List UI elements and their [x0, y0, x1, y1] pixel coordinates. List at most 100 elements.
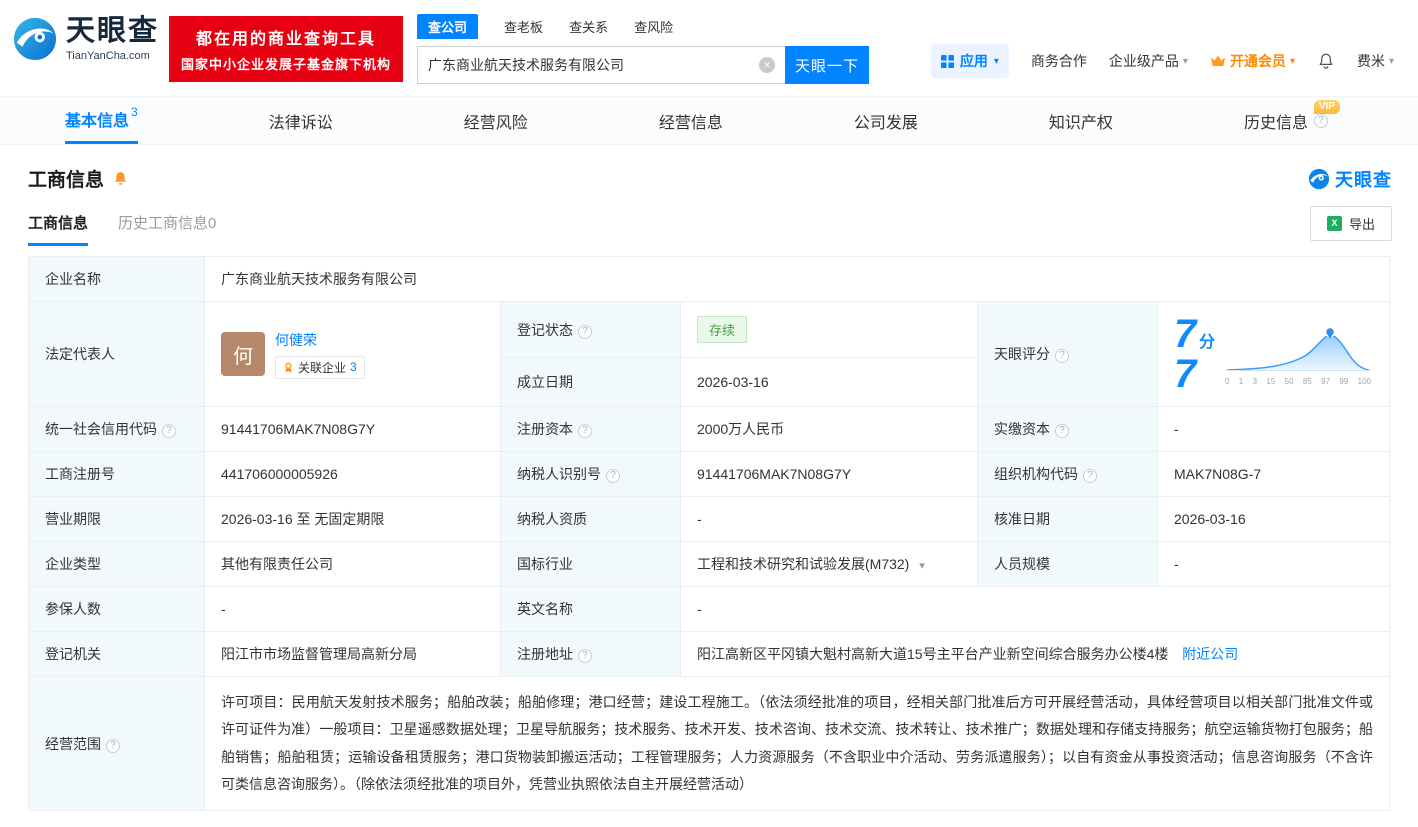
field-label: 参保人数 [45, 601, 101, 617]
search-tab-risk[interactable]: 查风险 [634, 14, 673, 39]
nav-enterprise[interactable]: 企业级产品 ▾ [1109, 51, 1188, 71]
help-icon[interactable]: ? [106, 739, 120, 753]
grid-icon [941, 55, 954, 68]
score-unit: 分 [1199, 328, 1215, 352]
medal-icon [283, 362, 294, 373]
tab-history-info[interactable]: 历史信息 ? VIP [1244, 97, 1328, 144]
chart-axis: 0 1 3 15 50 85 97 99 100 [1223, 377, 1373, 386]
subtab-business-registration[interactable]: 工商信息 [28, 200, 88, 246]
tab-basic-info[interactable]: 基本信息 3 [65, 97, 138, 144]
search-tab-relation[interactable]: 查关系 [569, 14, 608, 39]
field-label: 经营范围 [45, 736, 101, 752]
nav-cooperation[interactable]: 商务合作 [1031, 51, 1087, 71]
promo-banner: 都在用的商业查询工具 国家中小企业发展子基金旗下机构 [169, 16, 403, 82]
search-button[interactable]: 天眼一下 [785, 46, 869, 84]
field-value: 2026-03-16 [1174, 511, 1246, 527]
taxpayer-quality-label-cell: 纳税人资质 [501, 497, 681, 542]
paid-capital-label-cell: 实缴资本? [978, 407, 1158, 452]
field-value: - [697, 601, 702, 617]
reg-address-label-cell: 注册地址? [501, 632, 681, 677]
tab-company-development[interactable]: 公司发展 [854, 97, 918, 144]
chevron-down-icon: ▾ [1290, 56, 1295, 67]
legal-rep-label-cell: 法定代表人 [29, 302, 205, 407]
field-label: 天眼评分 [994, 346, 1050, 362]
tab-operation-risk[interactable]: 经营风险 [464, 97, 528, 144]
industry-value: 工程和技术研究和试验发展(M732) [697, 556, 909, 572]
tab-legal[interactable]: 法律诉讼 [269, 97, 333, 144]
help-icon[interactable]: ? [1083, 469, 1097, 483]
clear-icon[interactable]: ✕ [759, 57, 775, 73]
help-icon[interactable]: ? [162, 424, 176, 438]
tab-business-info[interactable]: 经营信息 [659, 97, 723, 144]
help-icon[interactable]: ? [578, 325, 592, 339]
search-tab-company[interactable]: 查公司 [417, 14, 478, 39]
english-name-value-cell: - [681, 587, 1390, 632]
nav-user-label: 费米 [1357, 51, 1385, 71]
help-icon[interactable]: ? [1055, 424, 1069, 438]
table-row: 参保人数 - 英文名称 - [29, 587, 1390, 632]
field-label: 人员规模 [994, 556, 1050, 572]
chart-tick: 15 [1266, 377, 1275, 386]
nav-open-vip[interactable]: 开通会员 ▾ [1210, 51, 1295, 71]
industry-value-cell: 工程和技术研究和试验发展(M732) ▾ [681, 542, 978, 587]
credit-code-value-cell: 91441706MAK7N08G7Y [205, 407, 501, 452]
field-label: 组织机构代码 [994, 466, 1078, 482]
field-label: 实缴资本 [994, 421, 1050, 437]
reg-status-value-cell: 存续 [681, 302, 978, 358]
chart-tick: 1 [1239, 377, 1243, 386]
help-icon[interactable]: ? [1314, 114, 1328, 128]
field-label: 核准日期 [994, 511, 1050, 527]
help-icon[interactable]: ? [1055, 349, 1069, 363]
help-icon[interactable]: ? [578, 424, 592, 438]
search-tab-boss[interactable]: 查老板 [504, 14, 543, 39]
taxpayer-quality-value-cell: - [681, 497, 978, 542]
related-companies-badge[interactable]: 关联企业 3 [275, 356, 365, 379]
search-area: 查公司 查老板 查关系 查风险 ✕ 天眼一下 [417, 14, 869, 84]
tianyancha-logo[interactable]: 天眼查 TianYanCha.com [12, 16, 159, 62]
notifications-bell-icon[interactable] [1317, 52, 1335, 70]
field-value: - [697, 511, 702, 527]
table-row: 统一社会信用代码? 91441706MAK7N08G7Y 注册资本? 2000万… [29, 407, 1390, 452]
search-tabs: 查公司 查老板 查关系 查风险 [417, 14, 869, 39]
table-row: 法定代表人 何 何健荣 关联企业 3 登记状态? 存续 天眼评分? [29, 302, 1390, 358]
field-label: 英文名称 [517, 601, 573, 617]
legal-rep: 何 何健荣 关联企业 3 [221, 330, 484, 379]
table-row: 营业期限 2026-03-16 至 无固定期限 纳税人资质 - 核准日期 202… [29, 497, 1390, 542]
chevron-down-icon[interactable]: ▾ [919, 560, 925, 572]
help-icon[interactable]: ? [578, 649, 592, 663]
search-input[interactable] [428, 57, 759, 73]
logo-text: 天眼查 TianYanCha.com [66, 16, 159, 62]
tab-basic-info-label: 基本信息 [65, 107, 129, 131]
export-button[interactable]: X 导出 [1310, 206, 1392, 241]
apps-menu[interactable]: 应用 ▾ [931, 44, 1009, 78]
business-info-table: 企业名称 广东商业航天技术服务有限公司 法定代表人 何 何健荣 关联企业 3 登… [28, 256, 1390, 811]
legal-rep-value-cell: 何 何健荣 关联企业 3 [205, 302, 501, 407]
field-label: 注册地址 [517, 646, 573, 662]
help-icon[interactable]: ? [606, 469, 620, 483]
business-scope-label-cell: 经营范围? [29, 677, 205, 811]
nearby-companies-link[interactable]: 附近公司 [1182, 646, 1238, 662]
staff-size-value-cell: - [1158, 542, 1390, 587]
tab-intellectual-property[interactable]: 知识产权 [1049, 97, 1113, 144]
establish-date-label-cell: 成立日期 [501, 358, 681, 407]
top-nav: 应用 ▾ 商务合作 企业级产品 ▾ 开通会员 ▾ 费米 ▾ [931, 44, 1394, 78]
nav-user[interactable]: 费米 ▾ [1357, 51, 1394, 71]
industry-label-cell: 国标行业 [501, 542, 681, 587]
table-row: 登记机关 阳江市市场监督管理局高新分局 注册地址? 阳江高新区平冈镇大魁村高新大… [29, 632, 1390, 677]
field-value: 2000万人民币 [697, 421, 784, 437]
subtab-history-registration[interactable]: 历史工商信息0 [118, 200, 216, 246]
avatar[interactable]: 何 [221, 332, 265, 376]
legal-rep-link[interactable]: 何健荣 [275, 330, 317, 350]
related-label: 关联企业 [298, 359, 346, 376]
approval-date-label-cell: 核准日期 [978, 497, 1158, 542]
field-label: 法定代表人 [45, 346, 115, 362]
field-value: - [1174, 556, 1179, 572]
reg-status-label-cell: 登记状态? [501, 302, 681, 358]
field-label: 企业类型 [45, 556, 101, 572]
reg-address-value-cell: 阳江高新区平冈镇大魁村高新大道15号主平台产业新空间综合服务办公楼4楼 附近公司 [681, 632, 1390, 677]
subscribe-bell-icon[interactable] [112, 170, 129, 187]
tianyan-score: 77 分 0 1 3 15 [1174, 314, 1373, 394]
watermark-label: 天眼查 [1335, 166, 1392, 192]
taxpayer-id-value-cell: 91441706MAK7N08G7Y [681, 452, 978, 497]
search-row: ✕ 天眼一下 [417, 46, 869, 84]
